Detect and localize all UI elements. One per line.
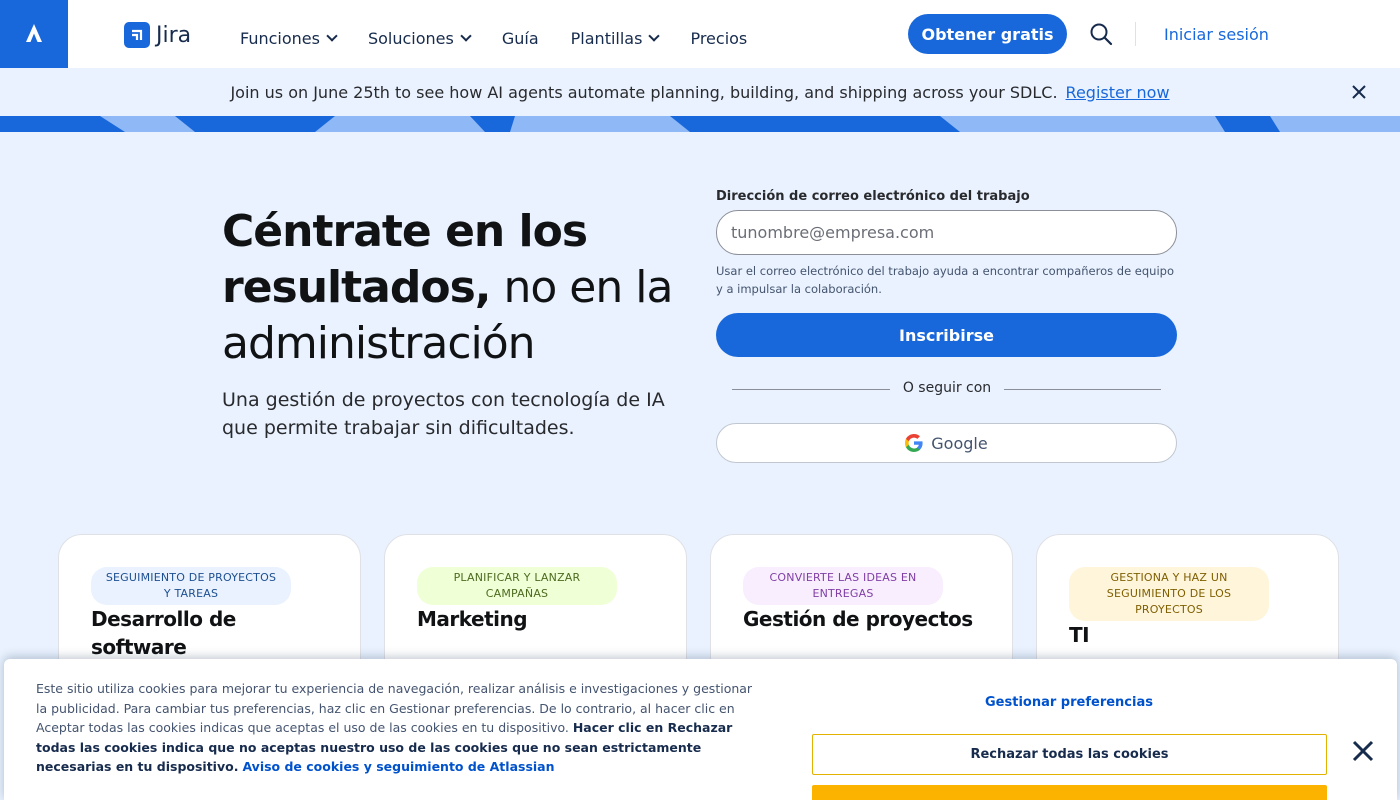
search-button[interactable] <box>1088 22 1114 48</box>
card-tag: SEGUIMIENTO DE PROYECTOS Y TAREAS <box>91 567 291 605</box>
nav-item-guia[interactable]: Guía <box>502 28 539 48</box>
accept-all-cookies-button[interactable] <box>812 785 1327 800</box>
signup-button[interactable]: Inscribirse <box>716 313 1177 357</box>
or-continue-with: O seguir con <box>902 380 992 396</box>
hero-title-bold: resultados, <box>222 262 491 313</box>
card-tag: GESTIONA Y HAZ UN SEGUIMIENTO DE LOS PRO… <box>1069 567 1269 621</box>
card-tag: CONVIERTE LAS IDEAS EN ENTREGAS <box>743 567 943 605</box>
nav-divider <box>1135 22 1136 46</box>
work-email-input[interactable] <box>716 210 1177 255</box>
divider-line-left <box>732 389 890 390</box>
chevron-down-icon <box>648 29 661 42</box>
jira-logo-icon <box>124 22 150 48</box>
nav-label: Funciones <box>240 28 320 48</box>
decorative-stripe <box>0 116 1400 132</box>
card-title: Gestión de proyectos <box>743 607 973 631</box>
nav-item-soluciones[interactable]: Soluciones <box>367 28 472 48</box>
cookie-notice-link[interactable]: Aviso de cookies y seguimiento de Atlass… <box>242 759 554 774</box>
nav-item-precios[interactable]: Precios <box>690 28 747 48</box>
close-icon <box>1352 85 1366 99</box>
hero-title-bold: Céntrate en los <box>222 206 588 257</box>
get-free-button[interactable]: Obtener gratis <box>908 14 1067 54</box>
main-menu: Funciones Soluciones Guía Plantillas Pre… <box>240 28 747 48</box>
nav-item-funciones[interactable]: Funciones <box>240 28 338 48</box>
top-navigation: Jira Funciones Soluciones Guía Plantilla… <box>0 0 1400 68</box>
reject-all-cookies-button[interactable]: Rechazar todas las cookies <box>812 734 1327 775</box>
brand-name: Jira <box>156 22 192 48</box>
nav-item-plantillas[interactable]: Plantillas <box>570 28 661 48</box>
card-tag: PLANIFICAR Y LANZAR CAMPAÑAS <box>417 567 617 605</box>
cookie-consent-banner: Este sitio utiliza cookies para mejorar … <box>4 659 1397 800</box>
login-link[interactable]: Iniciar sesión <box>1164 25 1269 44</box>
banner-close-button[interactable] <box>1350 84 1368 102</box>
hero-title: Céntrate en los resultados, no en la admin… <box>222 204 682 372</box>
email-hint: Usar el correo electrónico del trabajo a… <box>716 264 1175 296</box>
nav-label: Soluciones <box>367 28 454 48</box>
jira-logo[interactable]: Jira <box>124 22 191 48</box>
divider-line-right <box>1004 389 1161 390</box>
chevron-down-icon <box>460 29 472 42</box>
hero-title-light: no en la <box>490 262 673 313</box>
close-icon <box>1352 740 1374 762</box>
nav-label: Guía <box>501 28 539 48</box>
hero-title-light: administración <box>222 318 536 369</box>
banner-text: Join us on June 25th to see how AI agent… <box>230 82 1058 102</box>
card-title: TI <box>1069 623 1090 647</box>
register-now-link[interactable]: Register now <box>1066 83 1170 102</box>
hero-subtitle: Una gestión de proyectos con tecnología … <box>222 389 665 439</box>
google-icon <box>905 434 923 452</box>
nav-label: Plantillas <box>570 28 643 48</box>
cookie-text: Este sitio utiliza cookies para mejorar … <box>36 679 766 777</box>
nav-label: Precios <box>690 28 748 48</box>
google-label: Google <box>931 433 988 453</box>
cookie-close-button[interactable] <box>1350 739 1376 765</box>
email-label: Dirección de correo electrónico del trab… <box>716 189 1030 204</box>
announcement-banner: Join us on June 25th to see how AI agent… <box>0 68 1400 116</box>
manage-preferences-link[interactable]: Gestionar preferencias <box>812 695 1326 710</box>
google-signin-button[interactable]: Google <box>716 423 1177 463</box>
chevron-down-icon <box>326 29 338 42</box>
card-title: Marketing <box>417 607 528 631</box>
atlassian-logo-icon[interactable] <box>0 0 68 68</box>
search-icon <box>1090 23 1113 46</box>
card-title: Desarrollo de software <box>91 607 236 659</box>
